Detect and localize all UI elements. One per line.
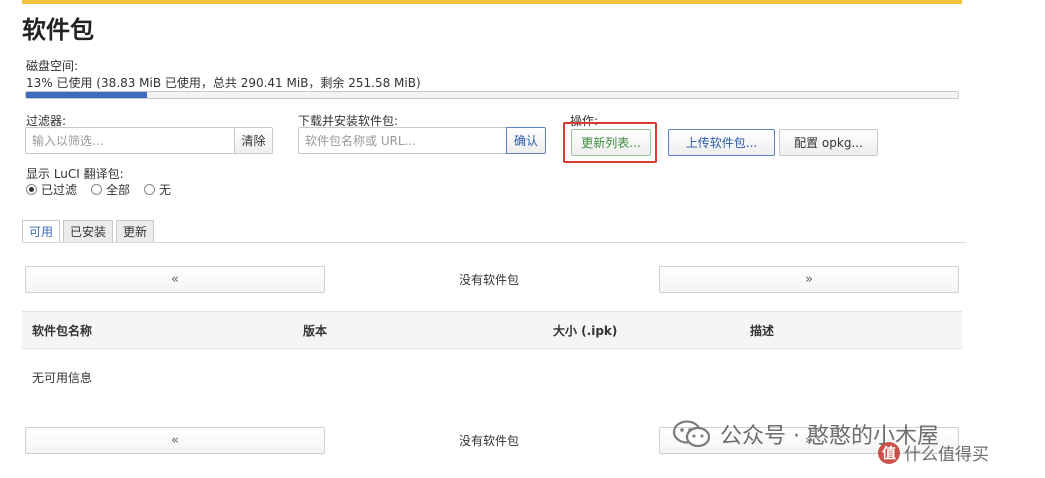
disk-space-text: 13% 已使用 (38.83 MiB 已使用，总共 290.41 MiB，剩余 … [26, 76, 421, 90]
disk-space-label: 磁盘空间: [26, 59, 79, 73]
site-watermark: 值 什么值得买 [878, 440, 989, 465]
disk-usage-fill [26, 92, 148, 98]
next-page-button[interactable]: » [659, 266, 959, 293]
radio-filtered[interactable]: 已过滤 [26, 181, 77, 198]
disk-usage-bar [25, 91, 959, 99]
pager-status: 没有软件包 [459, 273, 520, 287]
package-url-input[interactable] [298, 127, 507, 154]
radio-dot [91, 184, 103, 195]
configure-opkg-button[interactable]: 配置 opkg... [779, 129, 878, 156]
radio-all[interactable]: 全部 [91, 181, 130, 198]
prev-page-button-bottom[interactable]: « [25, 427, 325, 454]
column-package-name: 软件包名称 [32, 324, 93, 338]
radio-dot [26, 184, 37, 195]
tab-available[interactable]: 可用 [22, 220, 61, 242]
radio-label: 全部 [106, 183, 131, 197]
clear-button[interactable]: 清除 [234, 127, 273, 154]
site-watermark-text: 什么值得买 [904, 445, 989, 465]
table-header: 软件包名称 版本 大小 (.ipk) 描述 [22, 311, 962, 349]
page-title: 软件包 [22, 16, 94, 44]
site-logo-icon: 值 [878, 441, 900, 464]
confirm-button[interactable]: 确认 [506, 127, 546, 154]
upload-package-button[interactable]: 上传软件包... [668, 129, 775, 156]
tab-bar: 可用 已安装 更新 [22, 220, 157, 242]
column-size: 大小 (.ipk) [553, 324, 618, 338]
tab-updates[interactable]: 更新 [116, 220, 155, 242]
luci-translation-label: 显示 LuCI 翻译包: [26, 167, 124, 181]
radio-dot [144, 184, 156, 195]
radio-none[interactable]: 无 [144, 181, 171, 198]
empty-table-message: 无可用信息 [32, 371, 93, 385]
column-description: 描述 [750, 324, 775, 338]
top-accent-bar [22, 0, 962, 4]
filter-input[interactable] [25, 127, 235, 154]
prev-page-button[interactable]: « [25, 266, 325, 293]
tab-installed[interactable]: 已安装 [63, 220, 114, 242]
pager-status-bottom: 没有软件包 [459, 434, 520, 448]
radio-label: 无 [159, 183, 172, 197]
column-version: 版本 [303, 324, 328, 338]
luci-radio-group: 已过滤 全部 无 [26, 181, 185, 198]
wechat-icon [672, 420, 711, 448]
tab-divider [22, 242, 966, 243]
radio-label: 已过滤 [41, 183, 78, 197]
highlight-box [563, 122, 657, 163]
